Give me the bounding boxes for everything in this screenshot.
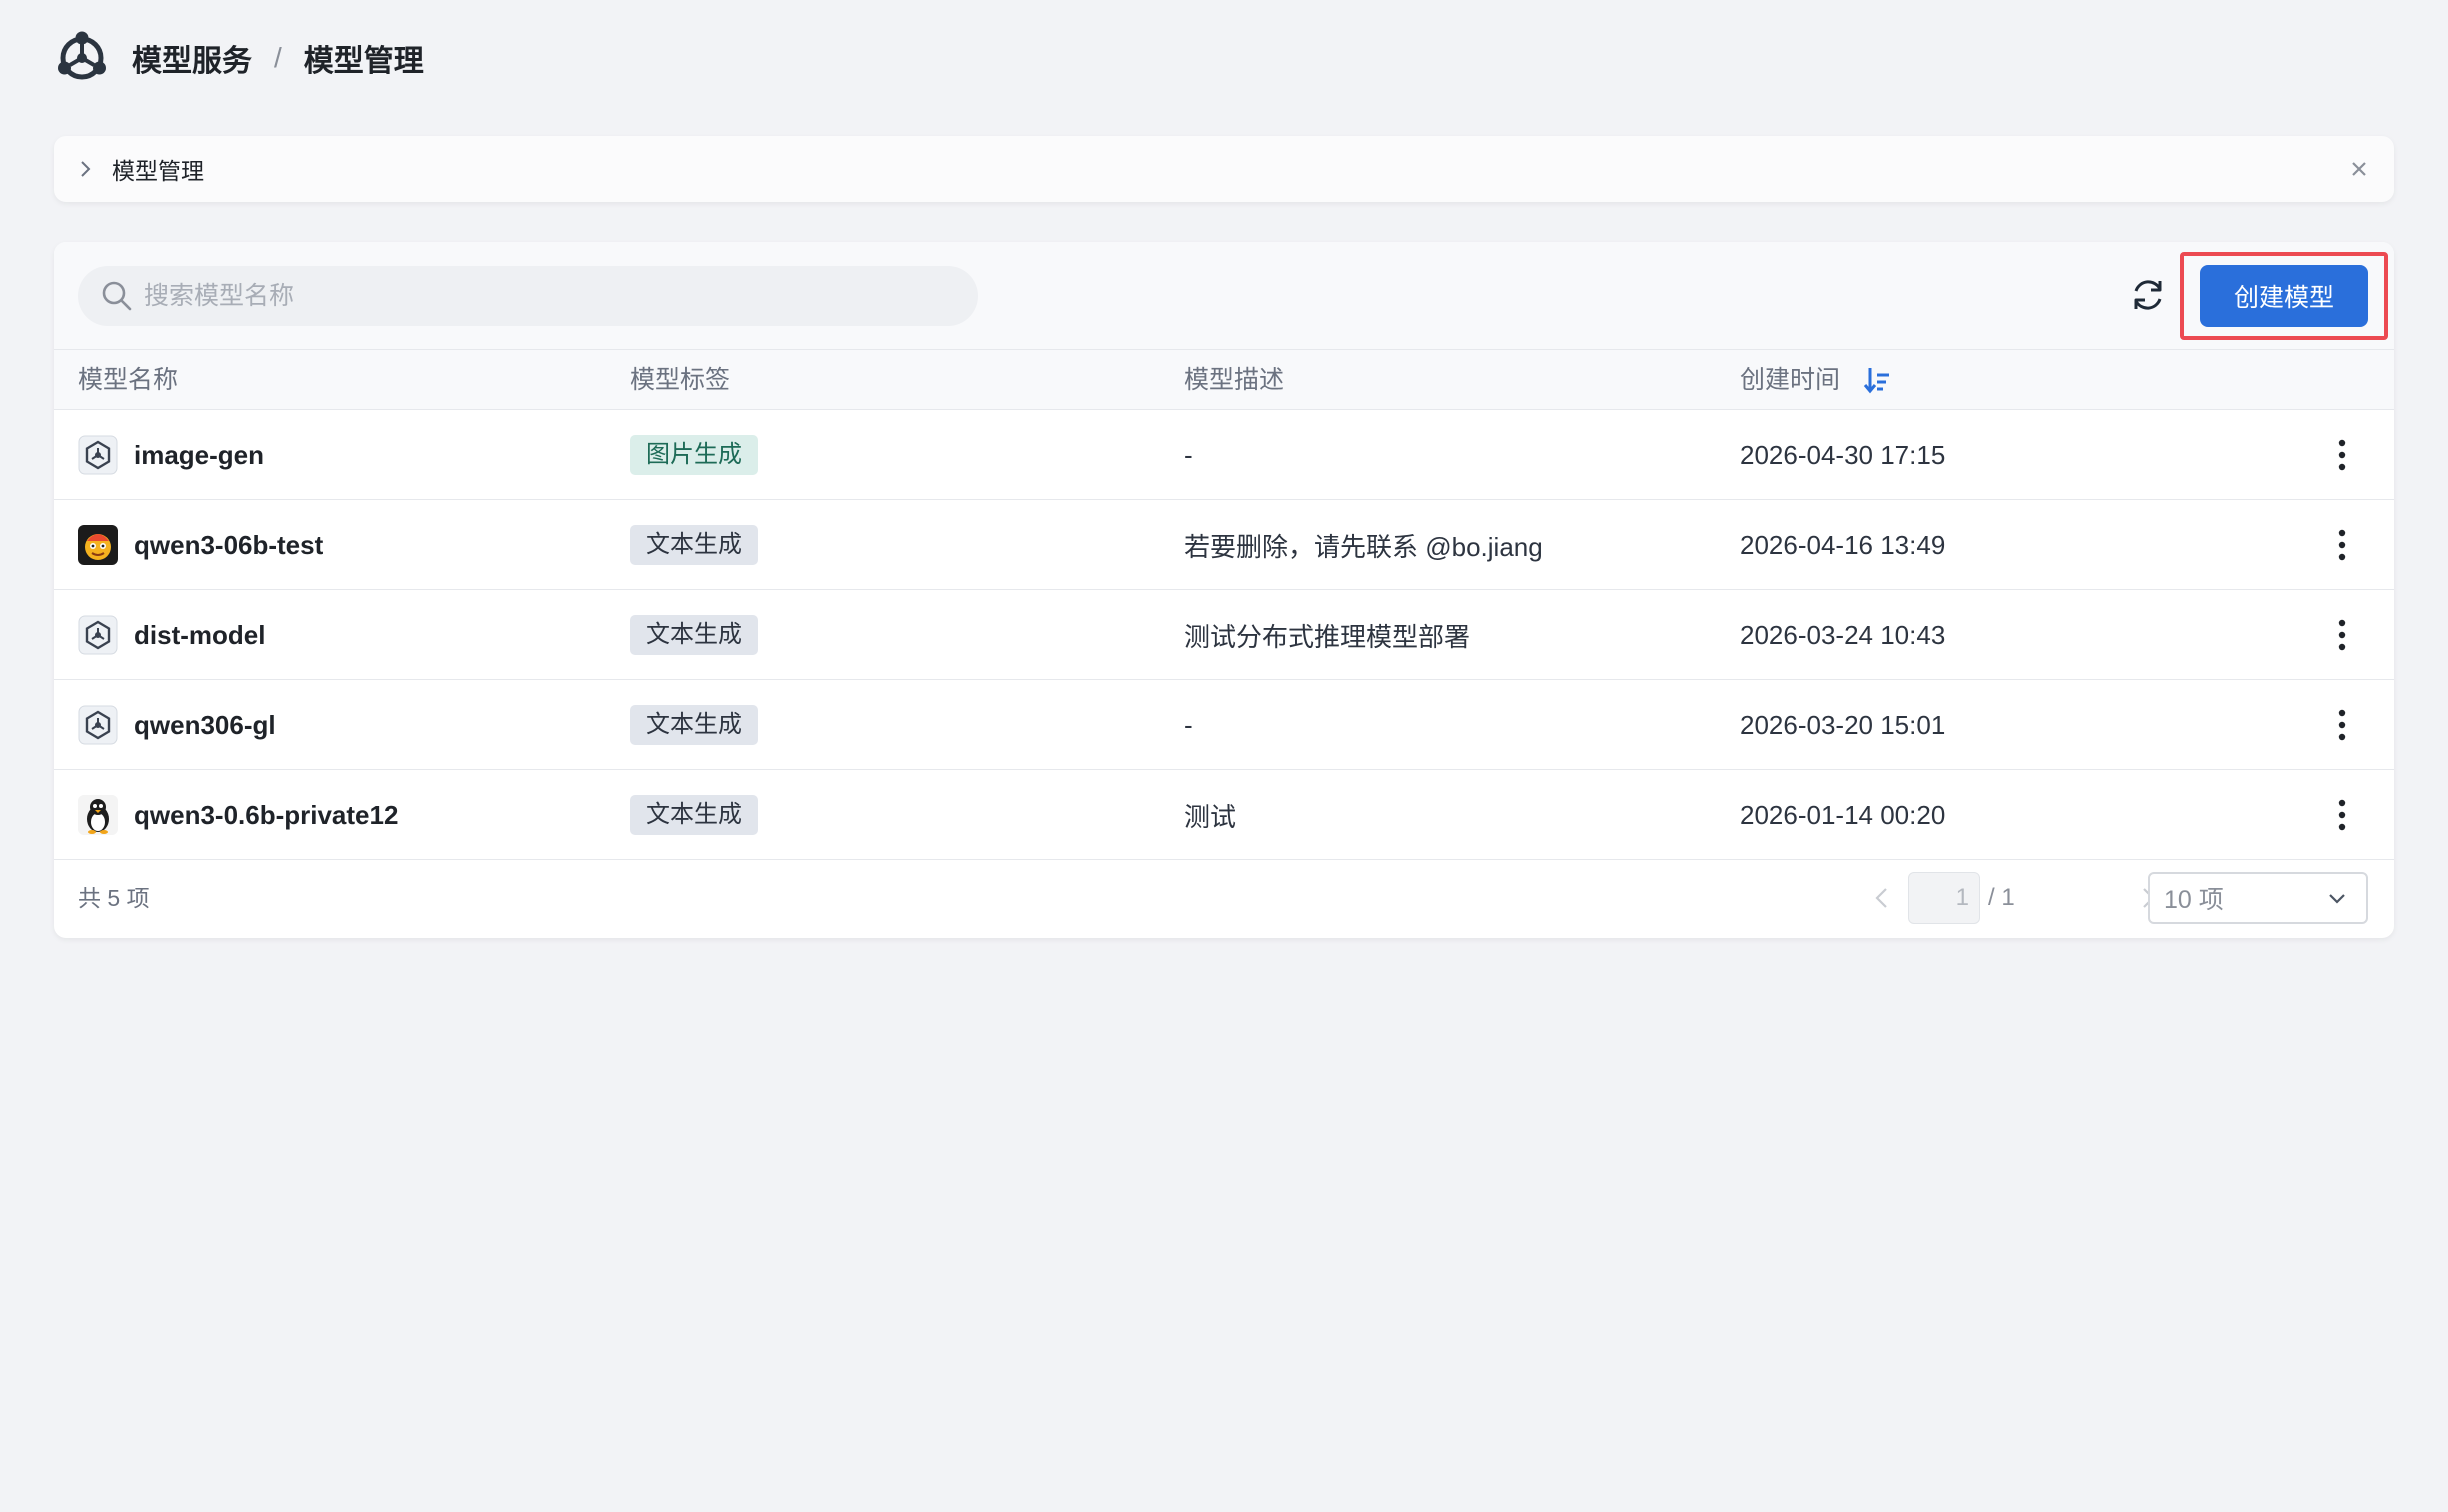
tag-cell: 文本生成 <box>630 500 758 590</box>
model-name[interactable]: qwen3-0.6b-private12 <box>134 800 398 831</box>
more-vertical-icon <box>2338 709 2346 741</box>
page-total: / 1 <box>1988 884 2015 911</box>
page-size-select[interactable]: 10 项 <box>2148 872 2368 924</box>
chevron-right-icon[interactable] <box>74 158 96 180</box>
sort-descending-icon[interactable] <box>1862 365 1892 395</box>
model-list-card: 创建模型 模型名称 模型标签 模型描述 创建时间 image-gen 图片生成 <box>54 242 2394 938</box>
description-cell: - <box>1184 709 1193 740</box>
column-header-tags: 模型标签 <box>630 366 731 394</box>
page-header: 模型服务 / 模型管理 <box>54 28 424 88</box>
created-time-cell: 2026-04-30 17:15 <box>1740 439 1946 470</box>
created-time-cell: 2026-01-14 00:20 <box>1740 799 1946 830</box>
created-time-cell: 2026-04-16 13:49 <box>1740 529 1946 560</box>
create-button-highlight: 创建模型 <box>2180 252 2388 340</box>
tab-bar: 模型管理 <box>54 136 2394 202</box>
model-tag: 文本生成 <box>630 795 758 835</box>
model-icon <box>78 615 118 655</box>
tag-cell: 文本生成 <box>630 770 758 860</box>
model-icon <box>78 705 118 745</box>
tab-model-management[interactable]: 模型管理 <box>112 152 204 186</box>
model-icon <box>78 435 118 475</box>
total-count: 共 5 项 <box>78 885 150 911</box>
pagination-bar: 共 5 项 / 1 10 项 <box>54 860 2394 938</box>
model-tag: 文本生成 <box>630 525 758 565</box>
more-vertical-icon <box>2338 619 2346 651</box>
name-cell: qwen306-gl <box>78 680 276 770</box>
breadcrumb-parent[interactable]: 模型服务 <box>132 36 252 80</box>
description-cell: - <box>1184 439 1193 470</box>
model-tag: 文本生成 <box>630 615 758 655</box>
table-row[interactable]: dist-model 文本生成 测试分布式推理模型部署 2026-03-24 1… <box>54 590 2394 680</box>
model-name[interactable]: qwen306-gl <box>134 710 276 741</box>
create-model-button[interactable]: 创建模型 <box>2200 265 2368 327</box>
tag-cell: 图片生成 <box>630 410 758 500</box>
tag-cell: 文本生成 <box>630 680 758 770</box>
chevron-left-icon[interactable] <box>1868 884 1896 912</box>
name-cell: qwen3-06b-test <box>78 500 323 590</box>
row-actions-button[interactable] <box>2322 590 2362 680</box>
app-logo-icon[interactable] <box>54 30 110 86</box>
row-actions-button[interactable] <box>2322 500 2362 590</box>
table-row[interactable]: qwen3-06b-test 文本生成 若要删除，请先联系 @bo.jiang … <box>54 500 2394 590</box>
model-name[interactable]: dist-model <box>134 620 265 651</box>
page-title: 模型管理 <box>303 45 424 78</box>
description-cell: 若要删除，请先联系 @bo.jiang <box>1184 531 1543 562</box>
page-number-input[interactable] <box>1908 872 1980 924</box>
description-cell: 测试 <box>1184 801 1237 832</box>
row-actions-button[interactable] <box>2322 770 2362 860</box>
penguin-avatar <box>78 795 118 835</box>
table-row[interactable]: qwen3-0.6b-private12 文本生成 测试 2026-01-14 … <box>54 770 2394 860</box>
search-box[interactable] <box>78 266 978 326</box>
row-actions-button[interactable] <box>2322 680 2362 770</box>
description-cell: 测试分布式推理模型部署 <box>1184 621 1471 652</box>
model-name[interactable]: qwen3-06b-test <box>134 530 323 561</box>
search-input[interactable] <box>144 266 978 326</box>
breadcrumb-separator: / <box>274 42 282 73</box>
column-header-description: 模型描述 <box>1184 366 1285 394</box>
name-cell: image-gen <box>78 410 264 500</box>
toolbar: 创建模型 <box>54 242 2394 350</box>
chevron-down-icon <box>2329 894 2345 904</box>
search-icon <box>102 281 132 311</box>
model-name[interactable]: image-gen <box>134 440 264 471</box>
model-tag: 图片生成 <box>630 435 758 475</box>
table-header: 模型名称 模型标签 模型描述 创建时间 <box>54 350 2394 410</box>
row-actions-button[interactable] <box>2322 410 2362 500</box>
more-vertical-icon <box>2338 529 2346 561</box>
tag-cell: 文本生成 <box>630 590 758 680</box>
column-header-name: 模型名称 <box>78 366 179 394</box>
name-cell: dist-model <box>78 590 265 680</box>
created-time-cell: 2026-03-20 15:01 <box>1740 709 1946 740</box>
table-row[interactable]: qwen306-gl 文本生成 - 2026-03-20 15:01 <box>54 680 2394 770</box>
created-time-cell: 2026-03-24 10:43 <box>1740 619 1946 650</box>
refresh-icon[interactable] <box>2128 275 2168 315</box>
name-cell: qwen3-0.6b-private12 <box>78 770 398 860</box>
model-tag: 文本生成 <box>630 705 758 745</box>
table-row[interactable]: image-gen 图片生成 - 2026-04-30 17:15 <box>54 410 2394 500</box>
close-icon[interactable] <box>2346 156 2372 182</box>
more-vertical-icon <box>2338 439 2346 471</box>
column-header-created: 创建时间 <box>1740 366 1841 394</box>
more-vertical-icon <box>2338 799 2346 831</box>
page-size-value: 10 项 <box>2164 886 2224 914</box>
emoji-avatar <box>78 525 118 565</box>
